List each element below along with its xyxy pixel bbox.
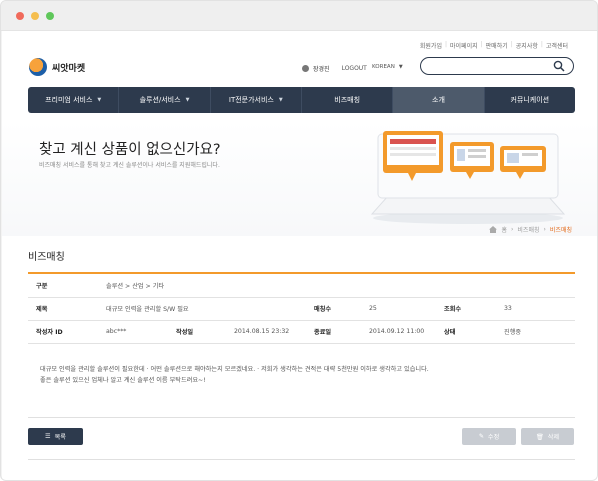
user-name: 장경진 [313, 66, 330, 73]
util-link-sell[interactable]: 판매하기 [486, 41, 508, 50]
detail-table: 구분 솔루션 > 산업 > 기타 제목 대규모 인력을 관리할 S/W 필요 매… [28, 274, 575, 344]
status-label: 상태 [436, 320, 496, 344]
post-body-line: 대규모 인력을 관리할 솔루션이 필요한데 · 어떤 솔루션으로 해야하는지 모… [40, 366, 429, 373]
util-link-mypage[interactable]: 마이페이지 [450, 41, 478, 50]
post-body-line: 좋은 솔루션 있으신 업체나 알고 계신 솔루션 이름 부탁드려요~! [40, 377, 206, 384]
end-label: 종료일 [306, 320, 361, 344]
search-icon[interactable] [553, 60, 565, 72]
browser-window: 회원가입 | 마이페이지 | 판매하기 | 공지사항 | 고객센터 씨앗마켓 장경진 L… [0, 0, 598, 481]
nav-item-premium[interactable]: 프리미엄 서비스 ▼ [28, 87, 120, 113]
caret-down-icon: ▼ [97, 97, 102, 103]
caret-down-icon: ▼ [185, 97, 190, 103]
maximize-window-button[interactable] [46, 12, 54, 20]
laptop-illustration [370, 131, 566, 224]
page-title: 비즈매칭 [28, 252, 65, 263]
delete-button-label: 삭제 [547, 434, 560, 441]
breadcrumb-parent[interactable]: 비즈매칭 [517, 225, 539, 234]
logo-icon [29, 58, 47, 76]
views-value: 33 [496, 297, 575, 321]
close-window-button[interactable] [16, 12, 24, 20]
nav-item-it-expert[interactable]: IT전문가서비스 ▼ [211, 87, 302, 113]
match-label: 매칭수 [306, 297, 361, 321]
logo-text: 씨앗마켓 [52, 63, 86, 74]
title-bar [1, 1, 597, 31]
divider [28, 459, 575, 460]
page: 회원가입 | 마이페이지 | 판매하기 | 공지사항 | 고객센터 씨앗마켓 장경진 L… [2, 31, 597, 480]
nav-label: 솔루션/서비스 [139, 96, 181, 104]
nav-item-solution[interactable]: 솔루션/서비스 ▼ [119, 87, 211, 113]
edit-button-label: 수정 [487, 434, 500, 441]
category-label: 구분 [28, 274, 98, 298]
hero-subtitle: 비즈매칭 서비스를 통해 찾고 계신 솔루션이나 서비스를 지원해드립니다. [39, 162, 220, 169]
minimize-window-button[interactable] [31, 12, 39, 20]
nav-label: 비즈매칭 [334, 96, 361, 104]
utility-links: 회원가입 | 마이페이지 | 판매하기 | 공지사항 | 고객센터 [419, 41, 568, 50]
created-value: 2014.08.15 23:32 [226, 320, 306, 344]
chevron-right-icon: › [543, 226, 546, 233]
delete-button[interactable]: 🗑 삭제 [521, 428, 574, 445]
list-button[interactable]: ☰ 목록 [28, 428, 83, 445]
nav-label: 프리미엄 서비스 [45, 96, 93, 104]
nav-label: 커뮤니케이션 [510, 96, 550, 104]
caret-down-icon: ▼ [278, 97, 283, 103]
search-input[interactable] [420, 57, 574, 75]
edit-button[interactable]: ✎ 수정 [462, 428, 516, 445]
breadcrumb-home[interactable]: 홈 [501, 225, 507, 234]
util-link-support[interactable]: 고객센터 [546, 41, 568, 50]
user-icon [302, 65, 309, 72]
language-select[interactable]: KOREAN ▼ [372, 64, 403, 70]
match-value: 25 [361, 297, 436, 321]
table-row: 구분 솔루션 > 산업 > 기타 [28, 274, 575, 298]
nav-item-community[interactable]: 커뮤니케이션 [485, 87, 575, 113]
nav-label: IT전문가서비스 [228, 96, 274, 104]
user-info: 장경진 LOGOUT [302, 64, 367, 73]
end-value: 2014.09.12 11:00 [361, 320, 436, 344]
chevron-right-icon: › [511, 226, 514, 233]
title-label: 제목 [28, 297, 98, 321]
logout-link[interactable]: LOGOUT [342, 65, 367, 72]
author-label: 작성자 ID [28, 320, 98, 344]
table-row: 작성자 ID abc*** 작성일 2014.08.15 23:32 종료일 2… [28, 320, 575, 344]
trash-icon: 🗑 [535, 433, 544, 441]
author-value: abc*** [98, 320, 168, 344]
nav-item-about[interactable]: 소개 [393, 87, 485, 113]
breadcrumb-current: 비즈매칭 [549, 227, 572, 234]
hero-title: 찾고 계신 상품이 없으신가요? [39, 142, 221, 158]
views-label: 조회수 [436, 297, 496, 321]
divider [28, 417, 575, 418]
status-value: 진행중 [496, 320, 575, 344]
breadcrumb: 홈 › 비즈매칭 › 비즈매칭 [489, 225, 572, 234]
language-value: KOREAN [372, 64, 395, 70]
main-nav: 프리미엄 서비스 ▼ 솔루션/서비스 ▼ IT전문가서비스 ▼ 비즈매칭 소개 커뮤니… [28, 87, 575, 113]
nav-item-bizmatching[interactable]: 비즈매칭 [302, 87, 394, 113]
site-logo[interactable]: 씨앗마켓 [29, 58, 85, 76]
nav-label: 소개 [432, 96, 445, 104]
post-body: 대규모 인력을 관리할 솔루션이 필요한데 · 어떤 솔루션으로 해야하는지 모… [40, 364, 560, 386]
util-link-notice[interactable]: 공지사항 [516, 41, 538, 50]
list-icon: ☰ [45, 433, 51, 440]
pencil-icon: ✎ [478, 433, 484, 440]
title-value: 대규모 인력을 관리할 S/W 필요 [98, 297, 306, 321]
util-link-signup[interactable]: 회원가입 [420, 41, 442, 50]
caret-down-icon: ▼ [398, 64, 403, 70]
home-icon[interactable] [489, 226, 498, 233]
category-value: 솔루션 > 산업 > 기타 [98, 274, 575, 298]
created-label: 작성일 [168, 320, 226, 344]
list-button-label: 목록 [54, 434, 66, 441]
table-row: 제목 대규모 인력을 관리할 S/W 필요 매칭수 25 조회수 33 [28, 297, 575, 321]
